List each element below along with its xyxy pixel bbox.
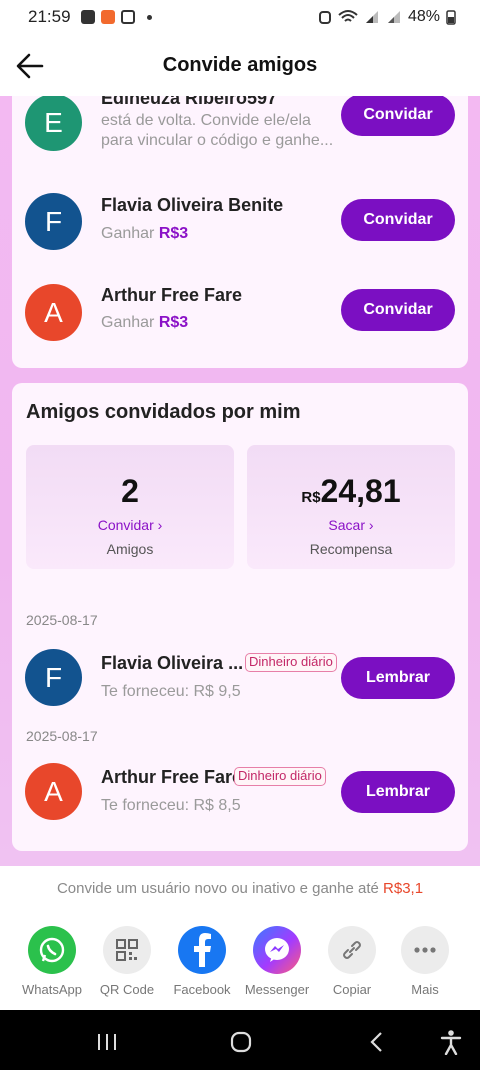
more-notifications-icon <box>146 14 152 20</box>
qr-code-icon <box>103 926 151 974</box>
share-whatsapp[interactable]: WhatsApp <box>16 926 88 997</box>
share-more[interactable]: Mais <box>389 926 461 997</box>
share-messenger[interactable]: Messenger <box>241 926 313 997</box>
app-notification-icon <box>100 10 115 24</box>
withdraw-link-label: Sacar <box>328 517 365 533</box>
share-label: Messenger <box>244 982 310 997</box>
notification-icons <box>80 10 152 24</box>
reward-amount: R$3 <box>158 225 189 242</box>
share-facebook[interactable]: Facebook <box>166 926 238 997</box>
reward-currency: R$ <box>301 489 321 506</box>
friend-name: Flavia Oliveira Benite <box>101 195 284 215</box>
reward-amount: 24,81 <box>320 473 401 509</box>
status-badge: Dinheiro diário <box>234 767 326 786</box>
avatar: E <box>25 96 82 151</box>
friend-name: Arthur Free Fare <box>101 767 243 787</box>
reward-caption: Recompensa <box>309 541 393 557</box>
battery-icon <box>446 10 456 25</box>
reward-prefix: Ganhar <box>101 225 155 242</box>
invite-button[interactable]: Convidar <box>341 289 455 331</box>
home-icon[interactable] <box>229 1030 253 1054</box>
share-label: Mais <box>411 982 439 997</box>
back-nav-icon[interactable] <box>368 1030 384 1054</box>
withdraw-link[interactable]: Sacar › <box>247 517 455 533</box>
invite-note: Convide um usuário novo ou inativo e gan… <box>0 880 480 897</box>
reward-text: Ganhar R$3 <box>101 225 188 243</box>
alarm-icon <box>318 11 331 24</box>
invite-link-label: Convidar <box>97 517 154 533</box>
whatsapp-icon <box>28 926 76 974</box>
recent-apps-icon[interactable] <box>96 1032 118 1052</box>
share-label: Facebook <box>173 982 231 997</box>
friend-status-line2: para vincular o código e ganhe... <box>101 132 334 149</box>
wifi-icon <box>338 10 358 22</box>
battery-percent: 48% <box>407 8 440 25</box>
chevron-right-icon: › <box>368 517 374 533</box>
share-label: QR Code <box>99 982 155 997</box>
friends-caption: Amigos <box>106 541 154 557</box>
system-nav-bar <box>0 1010 480 1070</box>
reward-stat: R$24,81 Sacar › Recompensa <box>247 445 455 569</box>
more-icon <box>401 926 449 974</box>
document-notification-icon <box>120 10 135 24</box>
avatar: F <box>25 649 82 706</box>
invite-note-text: Convide um usuário novo ou inativo e gan… <box>56 880 379 897</box>
chevron-right-icon: › <box>157 517 163 533</box>
entry-date: 2025-08-17 <box>26 728 98 744</box>
friend-name: Edineuza Ribeiro597 <box>101 96 278 108</box>
remind-button[interactable]: Lembrar <box>341 771 455 813</box>
reward-detail: Te forneceu: R$ 9,5 <box>101 683 241 700</box>
list-item: F Flavia Oliveira ... Dinheiro diário Te… <box>12 647 468 717</box>
avatar: F <box>25 193 82 250</box>
list-item: E Edineuza Ribeiro597 está de volta. Con… <box>12 96 468 158</box>
invite-button[interactable]: Convidar <box>341 96 455 136</box>
status-time: 21:59 <box>28 7 71 26</box>
reward-amount: R$3 <box>158 314 189 331</box>
share-label: Copiar <box>332 982 372 997</box>
friends-count: 2 <box>121 473 139 509</box>
invite-link[interactable]: Convidar › <box>26 517 234 533</box>
friend-name: Arthur Free Fare <box>101 285 243 305</box>
friends-stat: 2 Convidar › Amigos <box>26 445 234 569</box>
back-arrow-icon[interactable] <box>14 50 46 82</box>
messenger-icon <box>253 926 301 974</box>
invited-friends-card: Amigos convidados por mim 2 Convidar › A… <box>12 383 468 851</box>
section-title: Amigos convidados por mim <box>26 401 301 423</box>
list-item: A Arthur Free Fare Dinheiro diário Te fo… <box>12 761 468 831</box>
invite-note-amount: R$3,1 <box>383 880 424 897</box>
status-right: 48% <box>318 8 456 26</box>
invite-button[interactable]: Convidar <box>341 199 455 241</box>
status-badge: Dinheiro diário <box>245 653 337 672</box>
share-label: WhatsApp <box>22 982 82 997</box>
link-icon <box>328 926 376 974</box>
friend-name: Flavia Oliveira ... <box>101 653 244 673</box>
app-header: Convide amigos <box>0 34 480 96</box>
signal-2-icon <box>387 11 400 23</box>
signal-icon <box>365 11 378 23</box>
share-qr-code[interactable]: QR Code <box>91 926 163 997</box>
reward-value: R$24,81 <box>247 473 455 510</box>
status-bar: 21:59 48% <box>0 0 480 34</box>
accessibility-icon[interactable] <box>440 1029 462 1055</box>
avatar: A <box>25 763 82 820</box>
facebook-icon <box>178 926 226 974</box>
remind-button[interactable]: Lembrar <box>341 657 455 699</box>
entry-date: 2025-08-17 <box>26 612 98 628</box>
suggested-friends-card: E Edineuza Ribeiro597 está de volta. Con… <box>12 96 468 368</box>
list-item: F Flavia Oliveira Benite Ganhar R$3 Conv… <box>12 193 468 263</box>
reward-detail: Te forneceu: R$ 8,5 <box>101 797 241 814</box>
share-copy-link[interactable]: Copiar <box>316 926 388 997</box>
reward-prefix: Ganhar <box>101 314 155 331</box>
avatar: A <box>25 284 82 341</box>
gallery-notification-icon <box>80 10 95 24</box>
share-sheet: Convide um usuário novo ou inativo e gan… <box>0 866 480 1010</box>
reward-text: Ganhar R$3 <box>101 314 188 332</box>
list-item: A Arthur Free Fare Ganhar R$3 Convidar <box>12 282 468 352</box>
content-scroll[interactable]: E Edineuza Ribeiro597 está de volta. Con… <box>0 96 480 866</box>
page-title: Convide amigos <box>162 53 318 76</box>
friend-status: está de volta. Convide ele/ela <box>101 112 311 129</box>
